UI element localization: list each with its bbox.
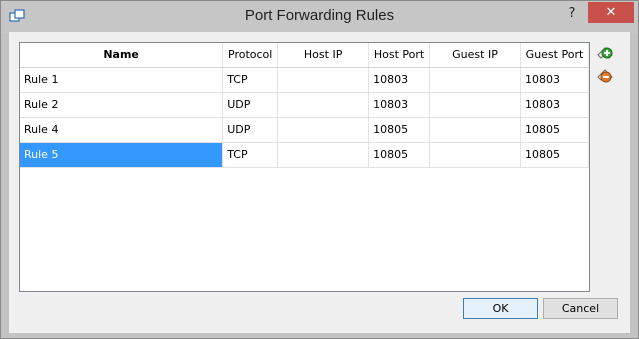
cell-name[interactable]: Rule 4 bbox=[20, 117, 224, 143]
cell-host-port[interactable]: 10805 bbox=[368, 117, 431, 143]
table-row-selected[interactable]: Rule 5 TCP 10805 10805 bbox=[20, 142, 590, 168]
cell-host-port[interactable]: 10805 bbox=[368, 142, 431, 168]
cell-protocol[interactable]: UDP bbox=[222, 92, 279, 118]
close-button[interactable]: ✕ bbox=[588, 2, 634, 23]
rule-tools bbox=[596, 45, 616, 89]
column-header-guest-port[interactable]: Guest Port bbox=[520, 43, 590, 68]
remove-rule-button[interactable] bbox=[596, 67, 614, 85]
dialog-body: Name Protocol Host IP Host Port Guest IP… bbox=[9, 32, 630, 333]
cell-host-ip[interactable] bbox=[277, 67, 370, 93]
column-header-host-port[interactable]: Host Port bbox=[368, 43, 431, 68]
table-row[interactable]: Rule 2 UDP 10803 10803 bbox=[20, 92, 590, 118]
rules-table[interactable]: Name Protocol Host IP Host Port Guest IP… bbox=[19, 42, 590, 292]
cancel-button[interactable]: Cancel bbox=[543, 298, 618, 319]
cell-protocol[interactable]: TCP bbox=[222, 142, 279, 168]
cell-guest-ip[interactable] bbox=[429, 92, 521, 118]
cell-guest-port[interactable]: 10805 bbox=[520, 117, 590, 143]
column-header-host-ip[interactable]: Host IP bbox=[277, 43, 370, 68]
add-rule-button[interactable] bbox=[596, 45, 614, 63]
column-header-protocol[interactable]: Protocol bbox=[222, 43, 279, 68]
table-row[interactable]: Rule 1 TCP 10803 10803 bbox=[20, 67, 590, 93]
cell-name[interactable]: Rule 5 bbox=[20, 142, 224, 168]
table-header: Name Protocol Host IP Host Port Guest IP… bbox=[20, 43, 590, 68]
column-header-name[interactable]: Name bbox=[20, 43, 224, 68]
cell-host-port[interactable]: 10803 bbox=[368, 92, 431, 118]
window-title: Port Forwarding Rules bbox=[244, 7, 395, 24]
cell-guest-ip[interactable] bbox=[429, 142, 521, 168]
cell-guest-port[interactable]: 10805 bbox=[520, 142, 590, 168]
cell-host-ip[interactable] bbox=[277, 92, 370, 118]
ok-button[interactable]: OK bbox=[463, 298, 538, 319]
cell-guest-ip[interactable] bbox=[429, 117, 521, 143]
remove-rule-icon bbox=[597, 69, 613, 83]
cell-guest-port[interactable]: 10803 bbox=[520, 67, 590, 93]
column-header-guest-ip[interactable]: Guest IP bbox=[429, 43, 521, 68]
help-button[interactable]: ? bbox=[561, 5, 583, 23]
title-bar: Port Forwarding Rules ? ✕ bbox=[1, 1, 638, 33]
cell-host-port[interactable]: 10803 bbox=[368, 67, 431, 93]
cell-name[interactable]: Rule 1 bbox=[20, 67, 224, 93]
add-rule-icon bbox=[597, 47, 613, 59]
port-forwarding-dialog: Port Forwarding Rules ? ✕ Name Protocol bbox=[0, 0, 639, 339]
table-row[interactable]: Rule 4 UDP 10805 10805 bbox=[20, 117, 590, 143]
cell-guest-port[interactable]: 10803 bbox=[520, 92, 590, 118]
cell-protocol[interactable]: UDP bbox=[222, 117, 279, 143]
cell-name[interactable]: Rule 2 bbox=[20, 92, 224, 118]
cell-host-ip[interactable] bbox=[277, 142, 370, 168]
cell-host-ip[interactable] bbox=[277, 117, 370, 143]
cell-protocol[interactable]: TCP bbox=[222, 67, 279, 93]
cell-guest-ip[interactable] bbox=[429, 67, 521, 93]
